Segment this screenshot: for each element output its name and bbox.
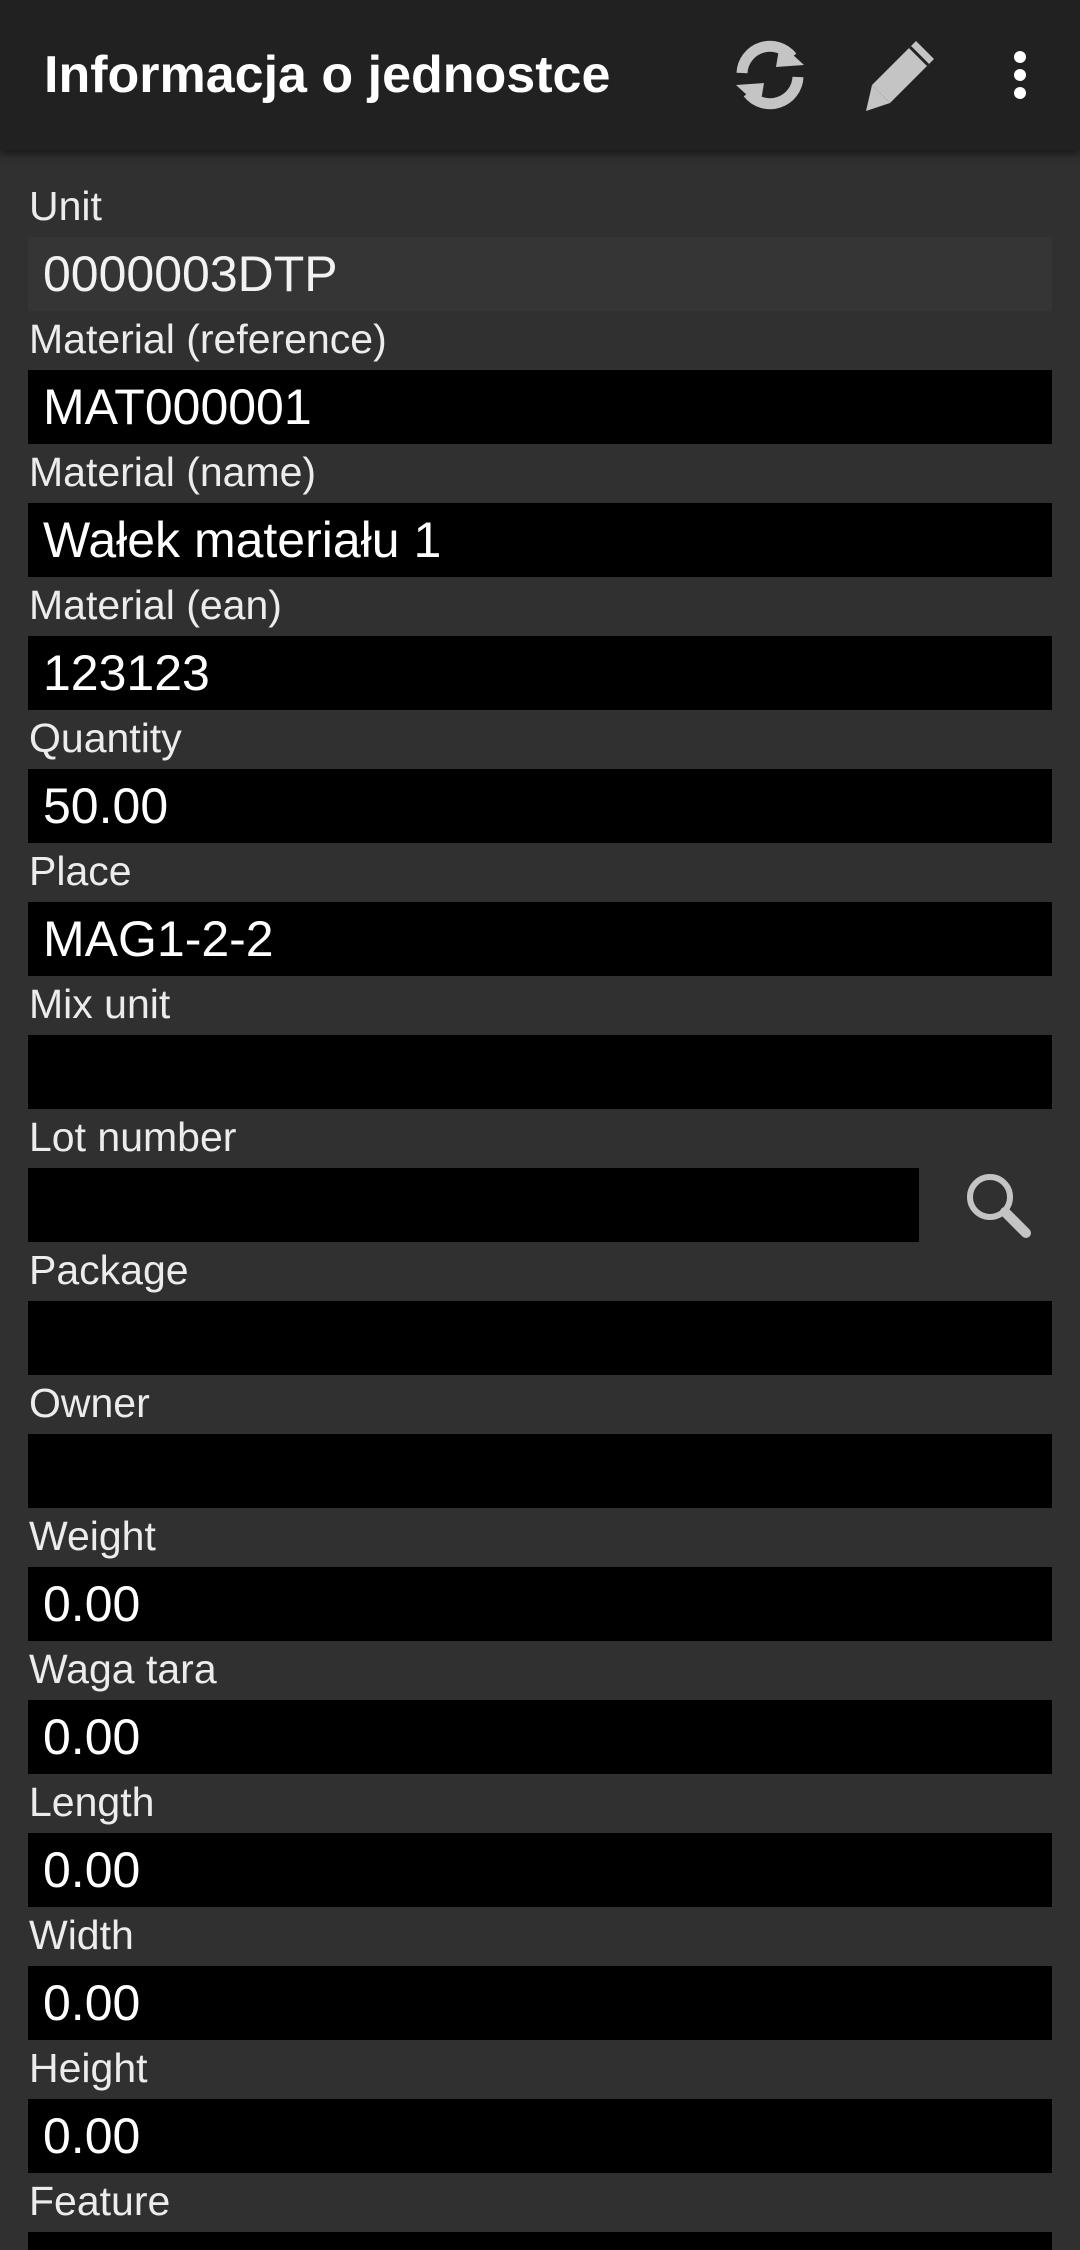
field-label: Height — [29, 2045, 148, 2091]
mix-unit-input[interactable] — [28, 1035, 1052, 1109]
field-label: Material (name) — [29, 449, 317, 495]
page-title: Informacja o jednostce — [44, 46, 611, 104]
refresh-button[interactable] — [720, 0, 820, 150]
app-bar: Informacja o jednostce — [0, 0, 1080, 150]
place-input[interactable]: MAG1-2-2 — [28, 902, 1052, 976]
material-reference-input[interactable]: MAT000001 — [28, 370, 1052, 444]
material-name-input[interactable]: Wałek materiału 1 — [28, 503, 1052, 577]
field-label: Length — [29, 1779, 155, 1825]
quantity-input[interactable]: 50.00 — [28, 769, 1052, 843]
field-label: Lot number — [29, 1114, 237, 1160]
weight-input[interactable]: 0.00 — [28, 1567, 1052, 1641]
field-label: Feature — [29, 2178, 171, 2224]
width-input[interactable]: 0.00 — [28, 1966, 1052, 2040]
pencil-icon — [866, 41, 934, 111]
material-ean-input[interactable]: 123123 — [28, 636, 1052, 710]
package-input[interactable] — [28, 1301, 1052, 1375]
field-label: Width — [29, 1912, 134, 1958]
unit-info-form: Unit 0000003DTP Material (reference) MAT… — [0, 150, 1080, 2250]
field-label: Waga tara — [29, 1646, 217, 1692]
height-input[interactable]: 0.00 — [28, 2099, 1052, 2173]
field-label: Package — [29, 1247, 189, 1293]
field-label: Weight — [29, 1513, 156, 1559]
field-label: Unit — [29, 183, 102, 229]
length-input[interactable]: 0.00 — [28, 1833, 1052, 1907]
lot-number-search-button[interactable] — [943, 1168, 1053, 1242]
field-label: Material (ean) — [29, 582, 282, 628]
refresh-icon — [736, 40, 804, 110]
edit-button[interactable] — [850, 0, 950, 150]
overflow-menu-icon — [1014, 51, 1026, 99]
lot-number-input[interactable] — [28, 1168, 919, 1242]
search-icon — [967, 1174, 1031, 1238]
field-label: Mix unit — [29, 981, 171, 1027]
overflow-menu-button[interactable] — [985, 0, 1055, 150]
owner-input[interactable] — [28, 1434, 1052, 1508]
field-label: Quantity — [29, 715, 182, 761]
field-label: Place — [29, 848, 132, 894]
field-label: Material (reference) — [29, 316, 387, 362]
field-label: Owner — [29, 1380, 150, 1426]
unit-value: 0000003DTP — [28, 237, 1052, 311]
tare-weight-input[interactable]: 0.00 — [28, 1700, 1052, 1774]
feature-input[interactable] — [28, 2232, 1052, 2250]
